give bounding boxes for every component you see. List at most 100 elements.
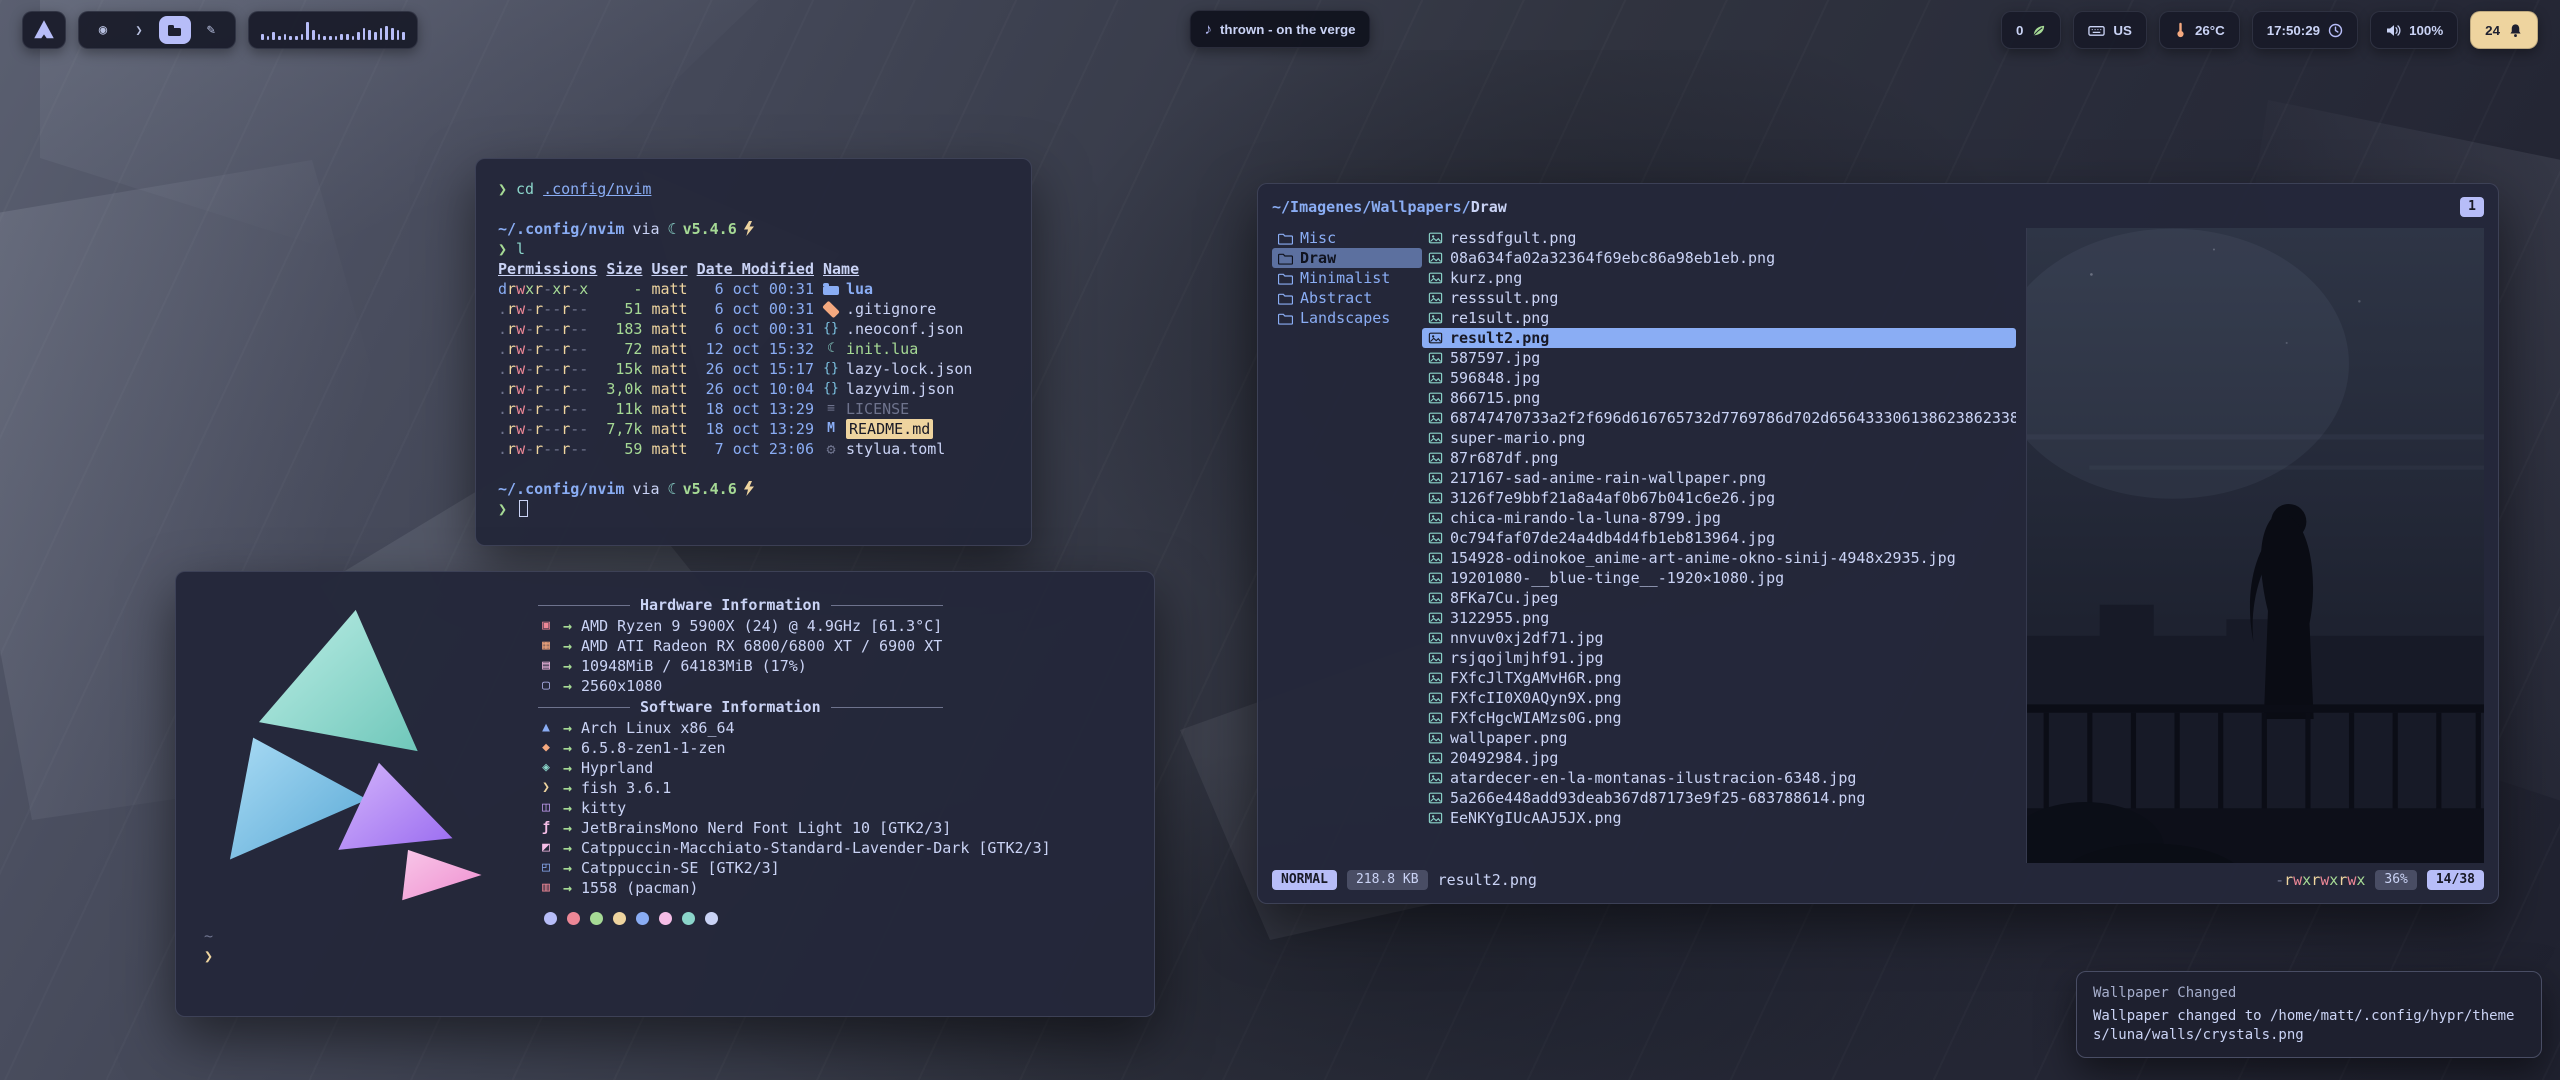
- folder-item[interactable]: Landscapes: [1272, 308, 1422, 328]
- file-item[interactable]: super-mario.png: [1422, 428, 2016, 448]
- file-item[interactable]: 217167-sad-anime-rain-wallpaper.png: [1422, 468, 2016, 488]
- spec-value: 10948MiB / 64183MiB (17%): [581, 656, 807, 676]
- image-file-icon: [1428, 251, 1443, 265]
- fetch-info-row: 6.5.8-zen1-1-zen: [538, 738, 1132, 758]
- file-item[interactable]: 866715.png: [1422, 388, 2016, 408]
- file-item[interactable]: chica-mirando-la-luna-8799.jpg: [1422, 508, 2016, 528]
- file-name-cell: .gitignore: [823, 299, 1009, 319]
- terminal-input-line[interactable]: ❯: [204, 946, 1132, 966]
- workspaces: [78, 11, 236, 49]
- divider: [538, 605, 630, 606]
- workspace-button[interactable]: [195, 16, 227, 44]
- file-item[interactable]: EeNKYgIUcAAJ5JX.png: [1422, 808, 2016, 828]
- file-item[interactable]: 87r687df.png: [1422, 448, 2016, 468]
- file-item[interactable]: 0c794faf07de24a4db4d4fb1eb813964.jpg: [1422, 528, 2016, 548]
- file-item[interactable]: wallpaper.png: [1422, 728, 2016, 748]
- listing-header-row: Permissions Size User Date Modified Name: [498, 259, 1009, 279]
- file-item[interactable]: FXfcII0X0AQyn9X.png: [1422, 688, 2016, 708]
- file-item[interactable]: 596848.jpg: [1422, 368, 2016, 388]
- file-name: atardecer-en-la-montanas-ilustracion-634…: [1450, 768, 1856, 788]
- notification-toast[interactable]: Wallpaper Changed Wallpaper changed to /…: [2076, 971, 2542, 1058]
- file-name: 19201080-__blue-tinge__-1920×1080.jpg: [1450, 568, 1784, 588]
- file-item[interactable]: result2.png: [1422, 328, 2016, 348]
- current-folder: Draw: [1471, 198, 1507, 216]
- music-note-icon: [1204, 21, 1212, 38]
- file-name: re1sult.png: [1450, 308, 1549, 328]
- terminal-window[interactable]: ❯cd.config/nvim ~/.config/nvimviav5.4.6 …: [475, 158, 1032, 546]
- file-item[interactable]: rsjqojlmjhf91.jpg: [1422, 648, 2016, 668]
- file-item[interactable]: 3126f7e9bbf21a8a4af0b67b041c6e26.jpg: [1422, 488, 2016, 508]
- file-name: 08a634fa02a32364f69ebc86a98eb1eb.png: [1450, 248, 1775, 268]
- folder-item[interactable]: Draw: [1272, 248, 1422, 268]
- file-item[interactable]: 19201080-__blue-tinge__-1920×1080.jpg: [1422, 568, 2016, 588]
- workspace-icon: [131, 22, 147, 38]
- file-owner: matt: [651, 299, 687, 319]
- workspace-icon: [95, 22, 111, 38]
- spec-icon: [538, 758, 554, 778]
- file-item[interactable]: atardecer-en-la-montanas-ilustracion-634…: [1422, 768, 2016, 788]
- file-item[interactable]: FXfcJlTXgAMvH6R.png: [1422, 668, 2016, 688]
- file-item[interactable]: 3122955.png: [1422, 608, 2016, 628]
- via-label: via: [632, 480, 659, 498]
- workspace-button[interactable]: [87, 16, 119, 44]
- file-item[interactable]: resssult.png: [1422, 288, 2016, 308]
- file-manager-window[interactable]: ~/Imagenes/Wallpapers/Draw 1 Misc Draw: [1257, 183, 2499, 904]
- file-item[interactable]: ressdfgult.png: [1422, 228, 2016, 248]
- folder-name: Landscapes: [1300, 308, 1390, 328]
- launcher-button[interactable]: [22, 11, 66, 49]
- arrow-icon: [563, 616, 572, 636]
- media-module[interactable]: thrown - on the verge: [1189, 10, 1370, 48]
- arrow-icon: [563, 818, 572, 838]
- file-owner: matt: [651, 339, 687, 359]
- fetch-info-row: Catppuccin-Macchiato-Standard-Lavender-D…: [538, 838, 1132, 858]
- desktop: thrown - on the verge 0 US 26°C: [0, 0, 2560, 1080]
- file-name: 217167-sad-anime-rain-wallpaper.png: [1450, 468, 1766, 488]
- file-item[interactable]: 5a266e448add93deab367d87173e9f25-6837886…: [1422, 788, 2016, 808]
- file-name: lazyvim.json: [846, 379, 954, 399]
- notification-body: Wallpaper changed to /home/matt/.config/…: [2093, 1007, 2525, 1045]
- prompt-icon: ❯: [498, 500, 507, 518]
- folder-item[interactable]: Abstract: [1272, 288, 1422, 308]
- clock-module[interactable]: 17:50:29: [2252, 11, 2358, 49]
- terminal-command-line: ❯cd.config/nvim: [498, 179, 1009, 199]
- file-item[interactable]: 68747470733a2f2f696d616765732d7769786d70…: [1422, 408, 2016, 428]
- arrow-icon: [563, 758, 572, 778]
- file-item[interactable]: 154928-odinokoe_anime-art-anime-okno-sin…: [1422, 548, 2016, 568]
- workspace-icon: [203, 22, 219, 38]
- temperature-label: 26°C: [2195, 23, 2225, 38]
- file-item[interactable]: FXfcHgcWIAMzs0G.png: [1422, 708, 2016, 728]
- column-header: Date Modified: [697, 259, 814, 279]
- file-item[interactable]: 8FKa7Cu.jpeg: [1422, 588, 2016, 608]
- topbar-left: [22, 11, 418, 49]
- volume-module[interactable]: 100%: [2370, 11, 2458, 49]
- spec-value: AMD ATI Radeon RX 6800/6800 XT / 6900 XT: [581, 636, 942, 656]
- file-type-icon: [823, 319, 839, 339]
- workspace-button[interactable]: [159, 16, 191, 44]
- workspace-button[interactable]: [123, 16, 155, 44]
- file-type-icon: [823, 379, 839, 399]
- terminal-input-line[interactable]: ❯: [498, 499, 1009, 519]
- image-file-icon: [1428, 511, 1443, 525]
- file-item[interactable]: nnvuv0xj2df71.jpg: [1422, 628, 2016, 648]
- notifications-module[interactable]: 24: [2470, 11, 2538, 49]
- file-item[interactable]: 20492984.jpg: [1422, 748, 2016, 768]
- file-item[interactable]: 587597.jpg: [1422, 348, 2016, 368]
- temperature-module[interactable]: 26°C: [2159, 11, 2240, 49]
- folder-item[interactable]: Minimalist: [1272, 268, 1422, 288]
- fetch-info-row: 2560x1080: [538, 676, 1132, 696]
- keyboard-layout-module[interactable]: US: [2073, 11, 2147, 49]
- file-name: stylua.toml: [846, 439, 945, 459]
- folder-item[interactable]: Misc: [1272, 228, 1422, 248]
- arrow-icon: [563, 778, 572, 798]
- fetch-window[interactable]: Hardware Information AMD Ryzen 9 5900X (…: [175, 571, 1155, 1017]
- spec-icon: [538, 738, 554, 758]
- bolt-icon: [744, 221, 754, 241]
- file-item[interactable]: kurz.png: [1422, 268, 2016, 288]
- file-item[interactable]: 08a634fa02a32364f69ebc86a98eb1eb.png: [1422, 248, 2016, 268]
- divider: [538, 707, 630, 708]
- updates-module[interactable]: 0: [2001, 11, 2061, 49]
- image-file-icon: [1428, 731, 1443, 745]
- file-item[interactable]: re1sult.png: [1422, 308, 2016, 328]
- image-file-icon: [1428, 471, 1443, 485]
- spec-icon: [538, 718, 554, 738]
